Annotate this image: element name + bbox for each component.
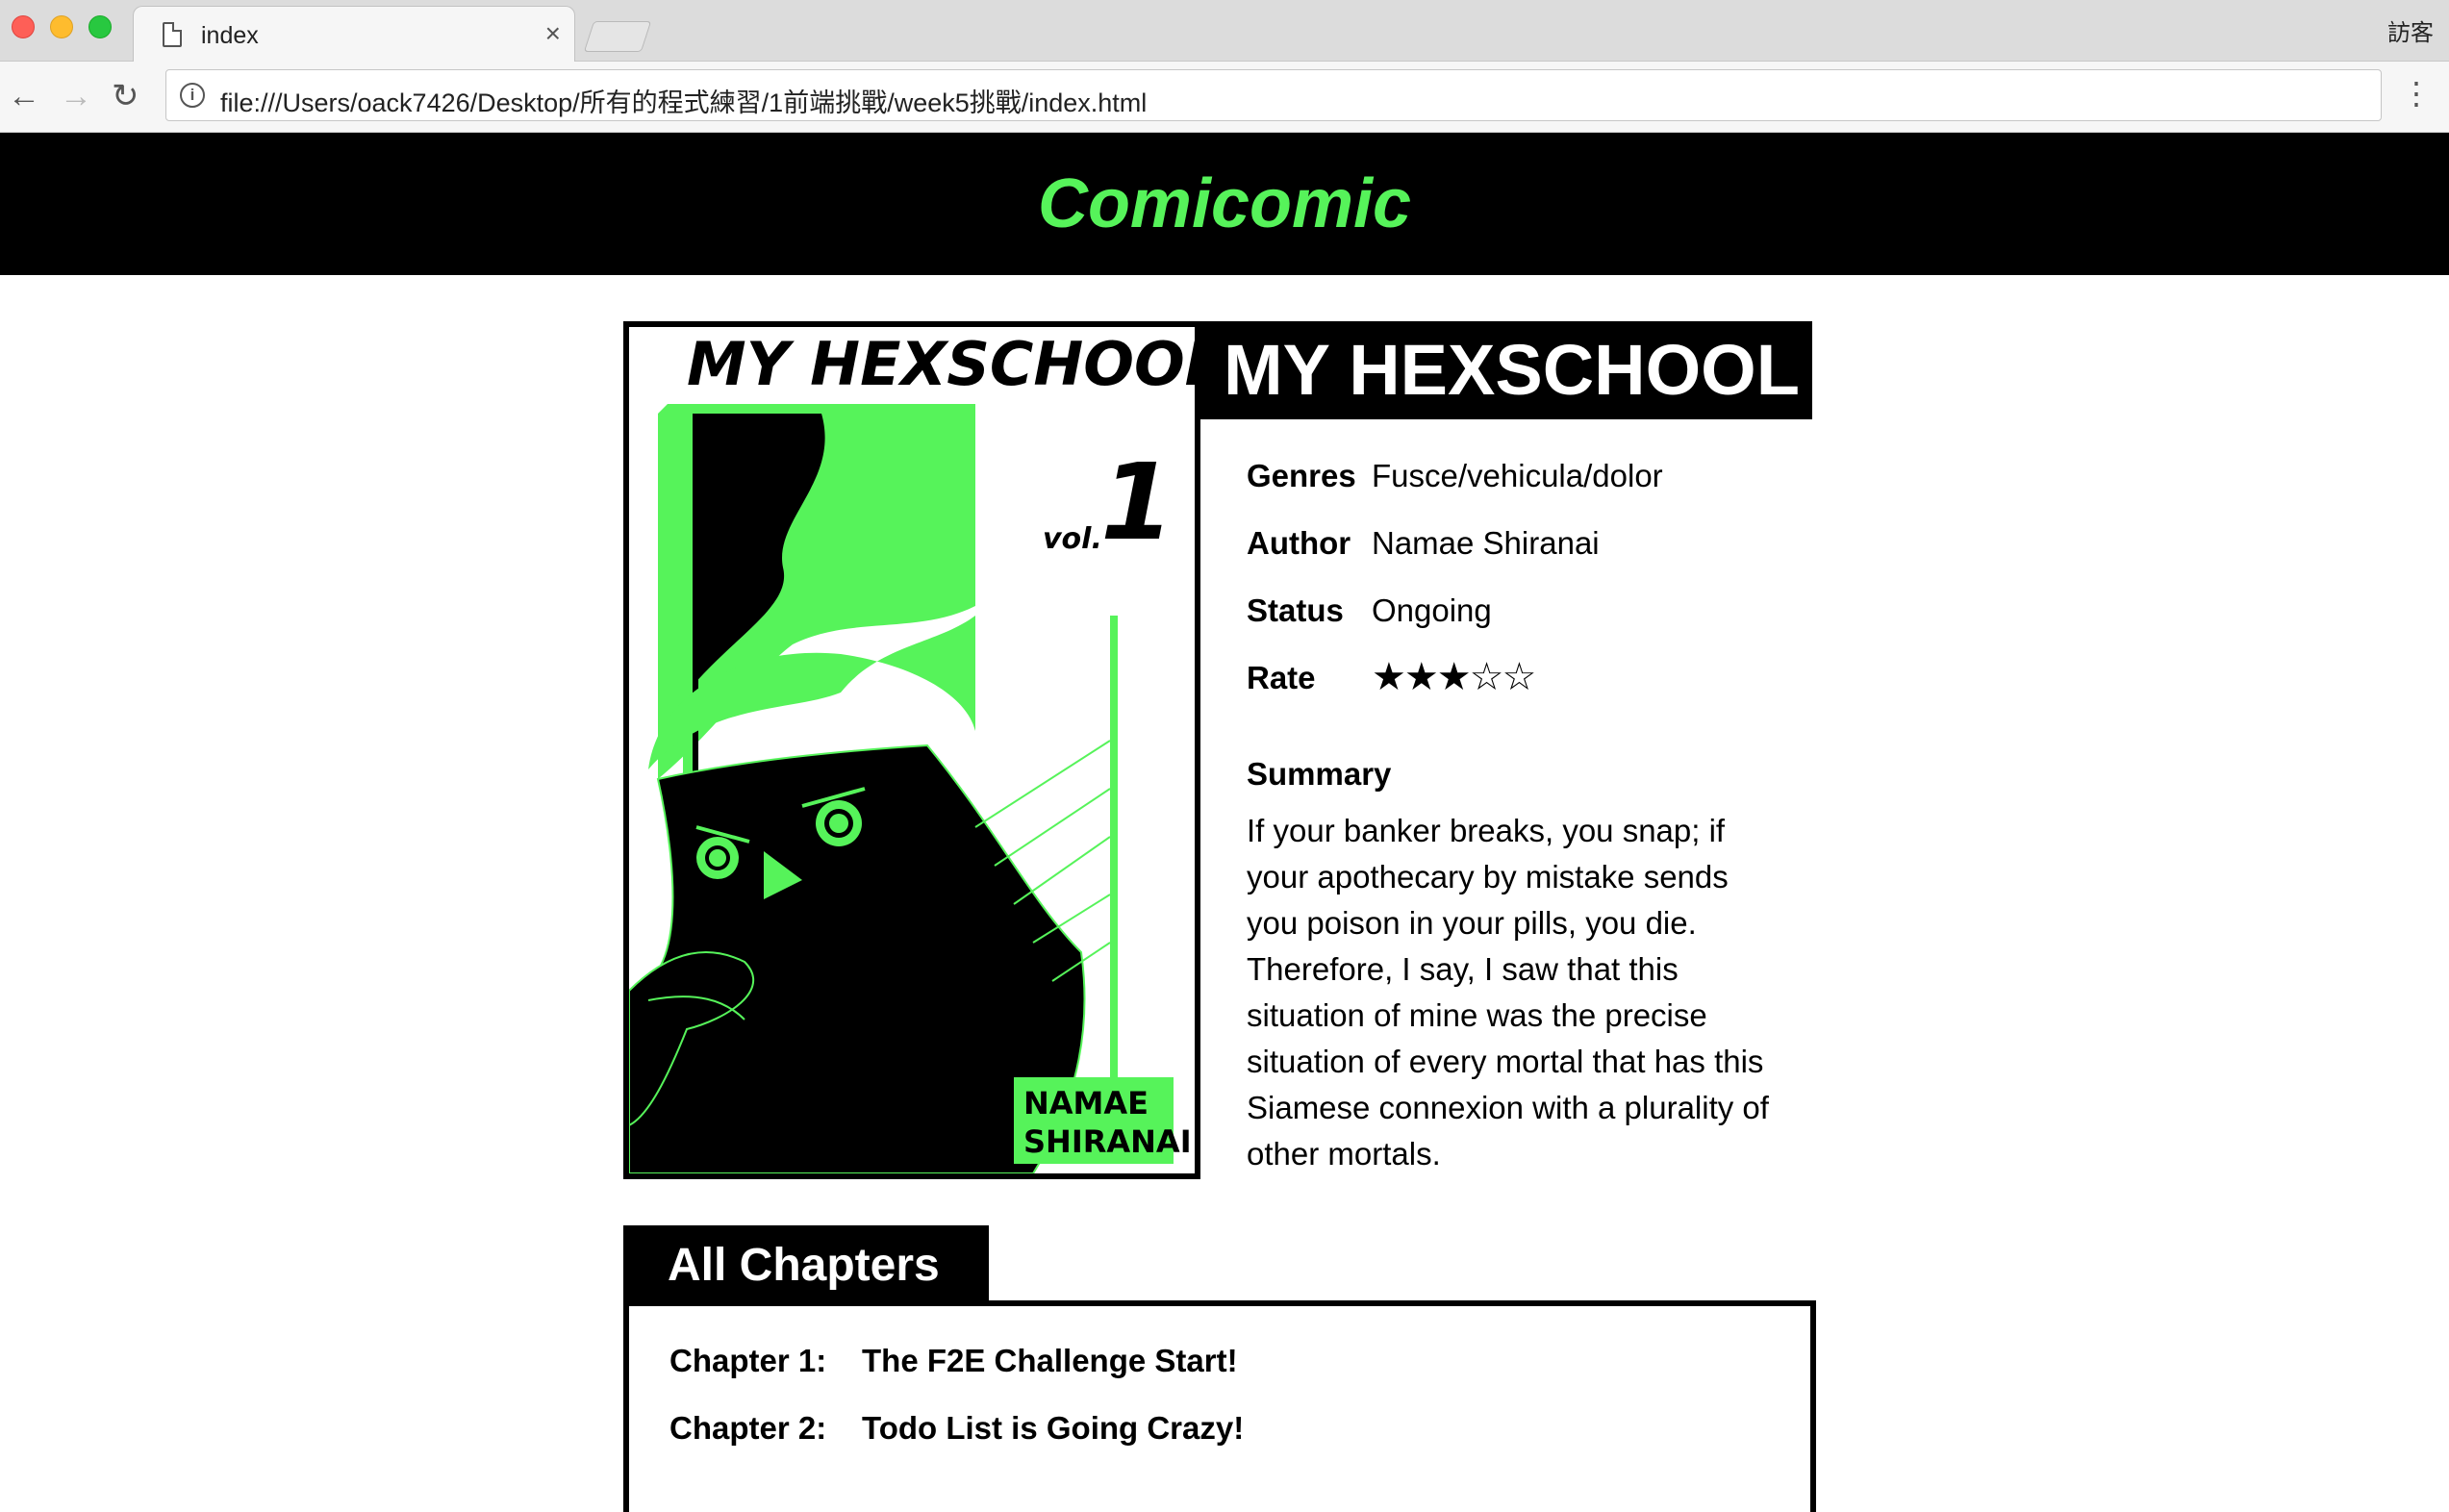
new-tab-button[interactable] bbox=[583, 21, 652, 52]
summary-text: If your banker breaks, you snap; if your… bbox=[1247, 813, 1769, 1172]
window-minimize-button[interactable] bbox=[50, 15, 73, 38]
back-icon[interactable]: ← bbox=[8, 75, 40, 117]
info-icon[interactable]: i bbox=[180, 83, 205, 108]
comic-title: MY HEXSCHOOL bbox=[1200, 321, 1812, 419]
author-label: Author bbox=[1247, 525, 1351, 561]
chapter-title[interactable]: Todo List is Going Crazy! bbox=[862, 1410, 1244, 1447]
author-value: Namae Shiranai bbox=[1372, 525, 1600, 561]
chapters-list: Chapter 1: The F2E Challenge Start! Chap… bbox=[623, 1300, 1816, 1512]
browser-tab-bar: index × 訪客 bbox=[0, 0, 2449, 63]
site-header: Comicomic bbox=[0, 133, 2449, 275]
cover-author-line2: SHIRANAI bbox=[1023, 1123, 1192, 1160]
profile-label[interactable]: 訪客 bbox=[2387, 13, 2434, 47]
star-rating: ★★★☆☆ bbox=[1372, 656, 1536, 698]
url-text[interactable]: file:///Users/oack7426/Desktop/所有的程式練習/1… bbox=[220, 82, 1147, 119]
status-value: Ongoing bbox=[1372, 592, 1492, 628]
cover-vol-number: 1 bbox=[1100, 441, 1174, 564]
address-bar[interactable]: i file:///Users/oack7426/Desktop/所有的程式練習… bbox=[165, 69, 2382, 121]
cover-title-text: MY HEXSCHOOL bbox=[687, 329, 1195, 399]
tab-title: index bbox=[201, 22, 259, 49]
chapters-heading: All Chapters bbox=[623, 1225, 989, 1306]
forward-icon[interactable]: → bbox=[60, 75, 92, 117]
browser-toolbar: ← → ↻ i file:///Users/oack7426/Desktop/所… bbox=[0, 62, 2449, 133]
tab-close-icon[interactable]: × bbox=[545, 18, 561, 49]
chapter-title[interactable]: The F2E Challenge Start! bbox=[862, 1343, 1238, 1379]
window-zoom-button[interactable] bbox=[88, 15, 112, 38]
comic-cover: MY HEXSCHOOL vol. 1 NAMAE SHIRANAI bbox=[623, 321, 1200, 1179]
browser-menu-icon[interactable]: ⋮ bbox=[2401, 78, 2432, 109]
status-label: Status bbox=[1247, 592, 1344, 628]
site-logo[interactable]: Comicomic bbox=[1038, 165, 1411, 242]
reload-icon[interactable]: ↻ bbox=[112, 75, 139, 117]
chapter-number: Chapter 2: bbox=[669, 1410, 827, 1446]
cover-author-line1: NAMAE bbox=[1023, 1085, 1149, 1121]
browser-tab[interactable]: index × bbox=[133, 6, 575, 63]
window-close-button[interactable] bbox=[12, 15, 35, 38]
chapter-number: Chapter 1: bbox=[669, 1343, 827, 1378]
document-icon bbox=[163, 22, 182, 47]
comic-cover-illustration: MY HEXSCHOOL vol. 1 NAMAE SHIRANAI bbox=[629, 327, 1195, 1173]
rate-label: Rate bbox=[1247, 660, 1316, 695]
genres-label: Genres bbox=[1247, 458, 1356, 493]
cover-vol-label: vol. bbox=[1043, 522, 1102, 556]
genres-value: Fusce/vehicula/dolor bbox=[1372, 458, 1663, 493]
summary-label: Summary bbox=[1247, 756, 1392, 792]
